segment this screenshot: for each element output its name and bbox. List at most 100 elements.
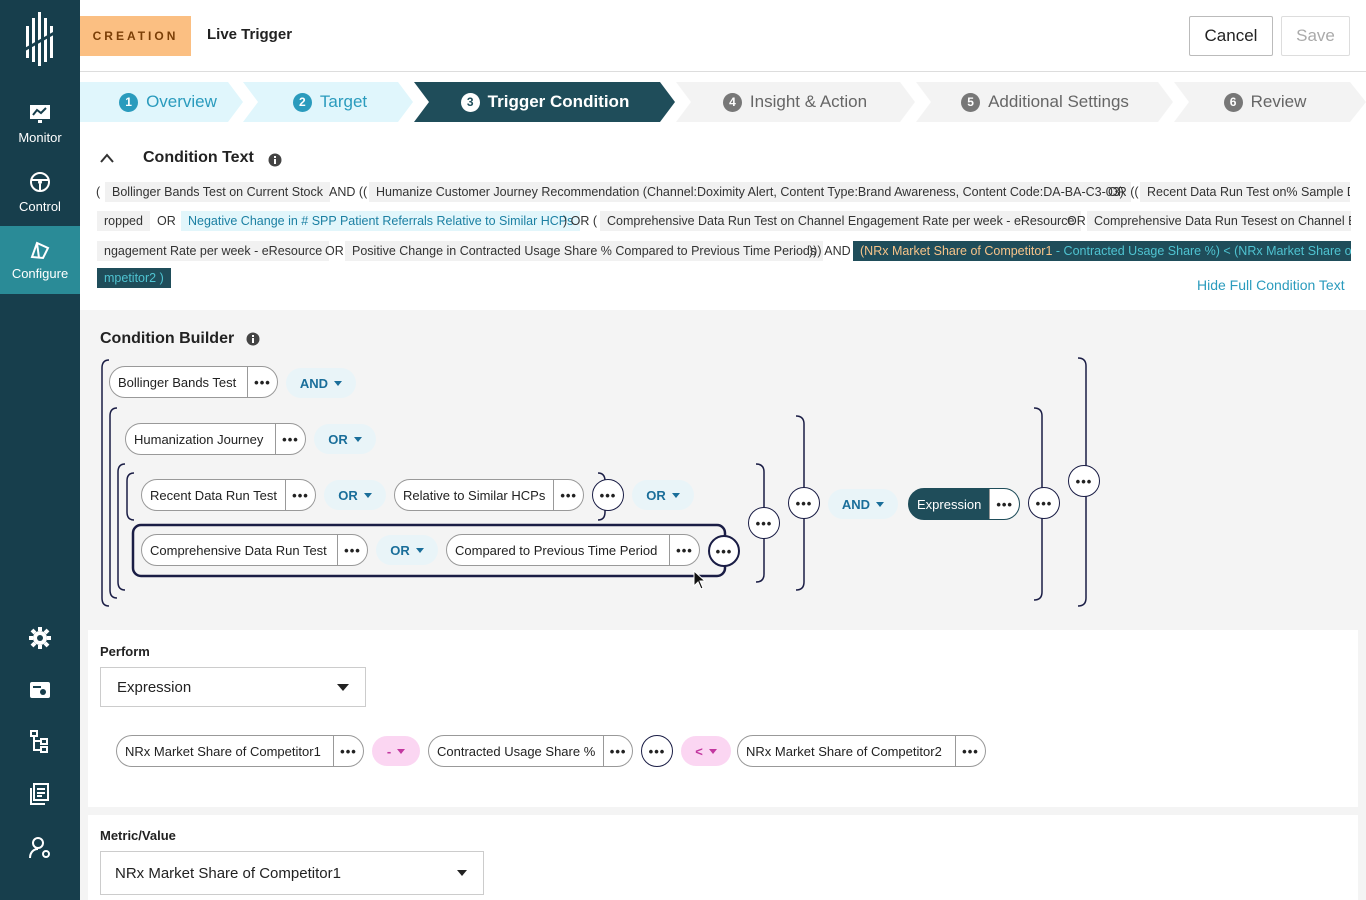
hide-condition-text-link[interactable]: Hide Full Condition Text: [1197, 277, 1345, 293]
more-options-icon[interactable]: •••: [285, 480, 315, 510]
more-options-icon[interactable]: •••: [669, 535, 699, 565]
logo-icon[interactable]: [22, 10, 58, 68]
step-insight-action[interactable]: 4 Insight & Action: [690, 82, 900, 122]
chevron-up-icon[interactable]: [100, 152, 114, 164]
expr-contracted-usage[interactable]: Contracted Usage Share % •••: [428, 735, 633, 767]
more-options-icon[interactable]: •••: [333, 736, 363, 766]
caret-down-icon: [415, 547, 424, 553]
more-options-icon[interactable]: •••: [955, 736, 985, 766]
condition-compared-previous-period[interactable]: Compared to Previous Time Period •••: [446, 534, 700, 566]
step-additional-settings[interactable]: 5 Additional Settings: [930, 82, 1160, 122]
group-options-button[interactable]: •••: [1068, 465, 1100, 497]
cancel-button[interactable]: Cancel: [1189, 16, 1273, 56]
operator-or[interactable]: OR: [314, 424, 376, 454]
ct-chip: ngagement Rate per week - eResource: [97, 241, 330, 261]
user-settings-icon[interactable]: [28, 836, 52, 860]
operator-and[interactable]: AND: [286, 368, 356, 398]
step-label: Overview: [146, 92, 217, 111]
step-review[interactable]: 6 Review: [1190, 82, 1340, 122]
nav-configure[interactable]: Configure: [0, 226, 80, 294]
ct-token: ) OR (: [563, 214, 598, 228]
ct-token: OR: [325, 244, 344, 258]
condition-builder-title: Condition Builder: [100, 330, 235, 347]
more-options-icon[interactable]: •••: [275, 424, 305, 454]
condition-text-title: Condition Text: [143, 149, 254, 166]
more-options-icon[interactable]: •••: [247, 367, 277, 397]
group-options-button[interactable]: •••: [788, 487, 820, 519]
caret-down-icon: [353, 436, 362, 442]
operator-label: -: [386, 743, 392, 759]
step-label: Trigger Condition: [487, 92, 630, 111]
perform-select-value: Expression: [117, 678, 192, 696]
more-options-icon[interactable]: •••: [337, 535, 367, 565]
condition-bollinger-bands[interactable]: Bollinger Bands Test •••: [109, 366, 278, 398]
group-options-button[interactable]: •••: [748, 507, 780, 539]
pill-label: NRx Market Share of Competitor1: [125, 743, 321, 759]
metric-select-value: NRx Market Share of Competitor1: [115, 864, 341, 882]
ct-token: OR: [1067, 214, 1086, 228]
steering-icon: [30, 171, 50, 192]
condition-relative-similar-hcps[interactable]: Relative to Similar HCPs •••: [394, 479, 584, 511]
nav-monitor[interactable]: Monitor: [0, 90, 80, 158]
more-options-icon[interactable]: •••: [989, 489, 1019, 519]
operator-or[interactable]: OR: [376, 535, 438, 565]
more-options-icon[interactable]: •••: [553, 480, 583, 510]
ct-token: ))) AND: [809, 244, 851, 258]
configure-icon: [30, 241, 50, 259]
condition-expression[interactable]: Expression •••: [908, 488, 1020, 520]
operator-and[interactable]: AND: [828, 489, 898, 519]
condition-comprehensive-data-run[interactable]: Comprehensive Data Run Test •••: [141, 534, 368, 566]
group-options-button[interactable]: •••: [641, 735, 673, 767]
operator-less-than[interactable]: <: [681, 736, 731, 766]
info-icon[interactable]: [246, 332, 260, 346]
hierarchy-icon[interactable]: [28, 729, 52, 753]
ct-token: OR: [157, 214, 176, 228]
condition-humanization-journey[interactable]: Humanization Journey •••: [125, 423, 306, 455]
save-button[interactable]: Save: [1281, 16, 1350, 56]
step-target[interactable]: 2 Target: [270, 82, 390, 122]
group-options-button[interactable]: •••: [592, 479, 624, 511]
toggle-settings-icon[interactable]: [28, 678, 52, 702]
operator-label: OR: [646, 487, 666, 503]
caret-down-icon: [397, 748, 406, 754]
step-trigger-condition[interactable]: 3 Trigger Condition: [430, 82, 660, 122]
caret-down-icon: [671, 492, 680, 498]
operator-or[interactable]: OR: [324, 480, 386, 510]
caret-down-icon: [334, 380, 343, 386]
expr-nrx-competitor1[interactable]: NRx Market Share of Competitor1 •••: [116, 735, 364, 767]
step-label: Review: [1250, 92, 1307, 111]
ct-token: OR ((: [1108, 185, 1139, 199]
caret-down-icon: [337, 683, 349, 691]
step-number: 4: [722, 92, 742, 112]
operator-or[interactable]: OR: [632, 480, 694, 510]
ct-chip: Recent Data Run Test on% Sample D: [1140, 182, 1350, 202]
expr-nrx-competitor2[interactable]: NRx Market Share of Competitor2 •••: [737, 735, 986, 767]
metric-select[interactable]: NRx Market Share of Competitor1: [100, 851, 484, 895]
documents-icon[interactable]: [28, 782, 52, 806]
metric-label: Metric/Value: [100, 828, 176, 843]
perform-select[interactable]: Expression: [100, 667, 366, 707]
operator-label: AND: [841, 496, 871, 512]
operator-minus[interactable]: -: [372, 736, 420, 766]
condition-recent-data-run[interactable]: Recent Data Run Test •••: [141, 479, 316, 511]
monitor-icon: [30, 104, 50, 123]
group-options-button[interactable]: •••: [1028, 487, 1060, 519]
pill-label: Recent Data Run Test: [150, 487, 277, 503]
step-overview[interactable]: 1 Overview: [98, 82, 238, 122]
info-icon[interactable]: [268, 153, 282, 167]
step-number: 1: [119, 92, 139, 112]
ct-chip: ropped: [97, 211, 150, 231]
nav-monitor-label: Monitor: [18, 129, 62, 145]
ct-chip: Comprehensive Data Run Test on Channel E…: [600, 211, 1082, 231]
header: CREATION Live Trigger Cancel Save: [80, 0, 1366, 72]
nav-control[interactable]: Control: [0, 158, 80, 226]
step-label: Additional Settings: [988, 92, 1129, 111]
page-title: Live Trigger: [207, 26, 293, 43]
step-number: 2: [292, 92, 312, 112]
operator-label: OR: [328, 431, 348, 447]
group-options-button[interactable]: •••: [708, 535, 740, 567]
pill-label: Expression: [917, 496, 982, 512]
more-options-icon[interactable]: •••: [603, 736, 632, 766]
nav-configure-label: Configure: [11, 265, 69, 281]
gear-icon[interactable]: [28, 626, 52, 650]
